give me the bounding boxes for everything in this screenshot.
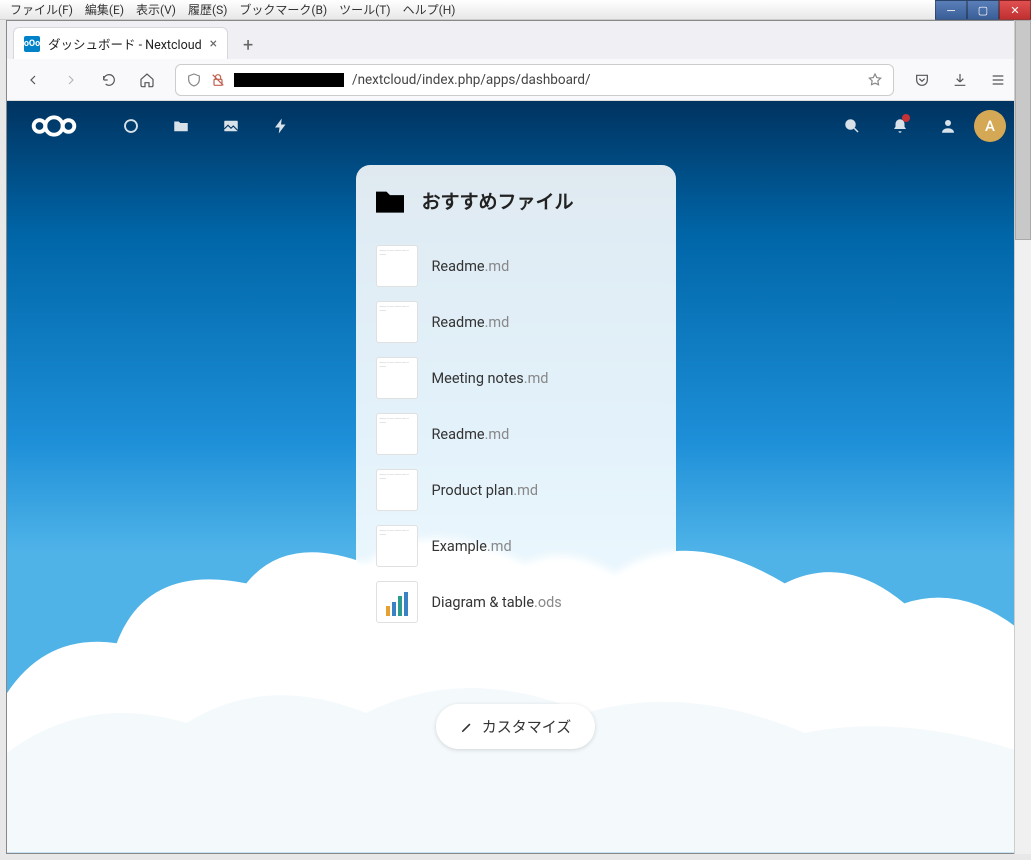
recommended-files-widget: おすすめファイル ─── ─ ── ─── ── ─ ───Readme.md─… [356,165,676,648]
file-item[interactable]: ─── ─ ── ─── ── ─ ─── Meeting notes.md [376,350,656,406]
back-button[interactable] [17,64,49,96]
pencil-icon [460,720,474,734]
browser-window: oOo ダッシュボード - Nextcloud × + /nextcloud/i… [6,20,1025,854]
home-button[interactable] [131,64,163,96]
file-name-label: Readme.md [432,314,510,331]
contacts-icon[interactable] [926,104,970,148]
nextcloud-header: A [7,101,1024,151]
file-thumbnail: ─── ─ ── ─── ── ─ ─── [376,413,418,455]
menu-edit[interactable]: 編集(E) [79,0,130,20]
new-tab-button[interactable]: + [234,31,262,59]
widget-title-label: おすすめファイル [422,187,574,214]
menu-tools[interactable]: ツール(T) [333,0,396,20]
tab-title: ダッシュボード - Nextcloud [48,34,202,53]
tab-favicon-icon: oOo [24,36,40,52]
notifications-icon[interactable] [878,104,922,148]
customize-button[interactable]: カスタマイズ [436,704,596,749]
forward-button[interactable] [55,64,87,96]
menu-help[interactable]: ヘルプ(H) [397,0,462,20]
file-thumbnail: ─── ─ ── ─── ── ─ ─── [376,245,418,287]
customize-label: カスタマイズ [482,716,572,737]
menu-history[interactable]: 履歴(S) [182,0,233,20]
tab-close-icon[interactable]: × [210,36,217,52]
dashboard-widgets: おすすめファイル ─── ─ ── ─── ── ─ ───Readme.md─… [7,151,1024,749]
files-nav-icon[interactable] [159,104,203,148]
bookmark-star-icon[interactable] [867,72,883,88]
menu-bookmark[interactable]: ブックマーク(B) [233,0,333,20]
pocket-icon[interactable] [906,64,938,96]
file-name-label: Readme.md [432,258,510,275]
lock-slash-icon [210,72,226,88]
user-avatar[interactable]: A [974,110,1006,142]
file-item[interactable]: ─── ─ ── ─── ── ─ ─── Readme.md [376,238,656,294]
menu-view[interactable]: 表示(V) [130,0,182,20]
activity-nav-icon[interactable] [259,104,303,148]
file-name-label: Example.md [432,538,512,555]
widget-title: おすすめファイル [376,187,656,214]
file-thumbnail: ─── ─ ── ─── ── ─ ─── [376,525,418,567]
notification-badge [902,114,910,122]
url-path: /nextcloud/index.php/apps/dashboard/ [352,72,591,88]
maximize-button[interactable]: ▢ [967,0,999,20]
window-controls: ─ ▢ ✕ [935,0,1031,20]
file-thumbnail [376,581,418,623]
customize-bar: カスタマイズ [436,704,596,749]
close-button[interactable]: ✕ [999,0,1031,20]
nextcloud-logo-icon[interactable] [25,111,83,141]
browser-toolbar: /nextcloud/index.php/apps/dashboard/ [7,59,1024,101]
file-name-label: Product plan.md [432,482,539,499]
url-host-redacted [234,73,344,87]
file-name-label: Diagram & table.ods [432,594,562,611]
file-item[interactable]: ─── ─ ── ─── ── ─ ─── Example.md [376,518,656,574]
file-item[interactable]: ─── ─ ── ─── ── ─ ─── Readme.md [376,406,656,462]
os-menubar: ファイル(F) 編集(E) 表示(V) 履歴(S) ブックマーク(B) ツール(… [0,0,1031,20]
dashboard-nav-icon[interactable] [109,104,153,148]
file-thumbnail: ─── ─ ── ─── ── ─ ─── [376,301,418,343]
file-list: ─── ─ ── ─── ── ─ ───Readme.md─── ─ ── ─… [376,238,656,630]
file-item[interactable]: Diagram & table.ods [376,574,656,630]
tab-bar: oOo ダッシュボード - Nextcloud × + [7,21,1024,59]
search-icon[interactable] [830,104,874,148]
file-item[interactable]: ─── ─ ── ─── ── ─ ─── Product plan.md [376,462,656,518]
file-thumbnail: ─── ─ ── ─── ── ─ ─── [376,357,418,399]
file-name-label: Meeting notes.md [432,370,549,387]
app-menu-icon[interactable] [982,64,1014,96]
file-name-label: Readme.md [432,426,510,443]
folder-icon [376,189,404,213]
menu-file[interactable]: ファイル(F) [4,0,79,20]
file-item[interactable]: ─── ─ ── ─── ── ─ ─── Readme.md [376,294,656,350]
photos-nav-icon[interactable] [209,104,253,148]
page-content: A おすすめファイル ─── ─ ── ─── ── ─ ─── Readme.m… [7,101,1024,853]
file-thumbnail: ─── ─ ── ─── ── ─ ─── [376,469,418,511]
minimize-button[interactable]: ─ [935,0,967,20]
url-bar[interactable]: /nextcloud/index.php/apps/dashboard/ [175,64,894,96]
reload-button[interactable] [93,64,125,96]
shield-icon [186,72,202,88]
downloads-icon[interactable] [944,64,976,96]
browser-tab[interactable]: oOo ダッシュボード - Nextcloud × [13,27,228,59]
